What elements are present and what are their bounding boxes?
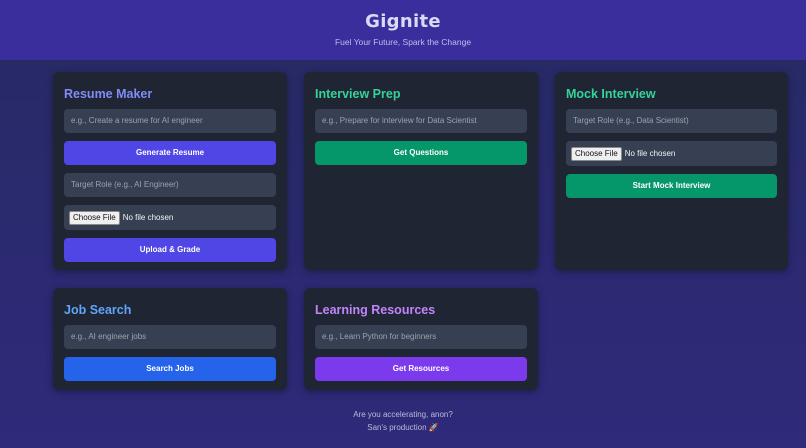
resume-target-role-input[interactable]: Target Role (e.g., AI Engineer): [64, 173, 276, 197]
interview-prompt-input[interactable]: e.g., Prepare for interview for Data Sci…: [315, 109, 527, 133]
learning-resources-card: Learning Resources e.g., Learn Python fo…: [304, 288, 538, 390]
job-search-input[interactable]: e.g., AI engineer jobs: [64, 325, 276, 349]
job-search-card: Job Search e.g., AI engineer jobs Search…: [53, 288, 287, 390]
resume-maker-title: Resume Maker: [64, 87, 153, 101]
resume-file-status: No file chosen: [122, 213, 174, 222]
mock-interview-card: Mock Interview Target Role (e.g., Data S…: [555, 72, 788, 270]
learning-prompt-input[interactable]: e.g., Learn Python for beginners: [315, 325, 527, 349]
generate-resume-button[interactable]: Generate Resume: [64, 141, 276, 165]
get-resources-button[interactable]: Get Resources: [315, 357, 527, 381]
interview-prep-card: Interview Prep e.g., Prepare for intervi…: [304, 72, 538, 270]
search-jobs-button[interactable]: Search Jobs: [64, 357, 276, 381]
resume-prompt-input[interactable]: e.g., Create a resume for AI engineer: [64, 109, 276, 133]
job-search-title: Job Search: [64, 303, 132, 317]
mock-file-status: No file chosen: [624, 149, 676, 158]
learning-resources-title: Learning Resources: [315, 303, 436, 317]
mock-target-role-input[interactable]: Target Role (e.g., Data Scientist): [566, 109, 777, 133]
footer: Are you accelerating, anon? San's produc…: [0, 408, 806, 434]
upload-grade-button[interactable]: Upload & Grade: [64, 238, 276, 262]
resume-maker-card: Resume Maker e.g., Create a resume for A…: [53, 72, 287, 270]
app-title: Gignite: [365, 11, 441, 32]
mock-file-input: Choose File No file chosen: [566, 141, 777, 166]
app-header: Gignite Fuel Your Future, Spark the Chan…: [0, 0, 806, 60]
start-mock-interview-button[interactable]: Start Mock Interview: [566, 174, 777, 198]
footer-tagline: Are you accelerating, anon?: [353, 410, 453, 419]
mock-interview-title: Mock Interview: [566, 87, 656, 101]
footer-credit: San's production 🚀: [367, 423, 439, 432]
resume-choose-file-button[interactable]: Choose File: [69, 210, 120, 225]
app-tagline: Fuel Your Future, Spark the Change: [334, 37, 472, 47]
mock-choose-file-button[interactable]: Choose File: [571, 146, 622, 161]
get-questions-button[interactable]: Get Questions: [315, 141, 527, 165]
interview-prep-title: Interview Prep: [315, 87, 401, 101]
resume-file-input: Choose File No file chosen: [64, 205, 276, 230]
